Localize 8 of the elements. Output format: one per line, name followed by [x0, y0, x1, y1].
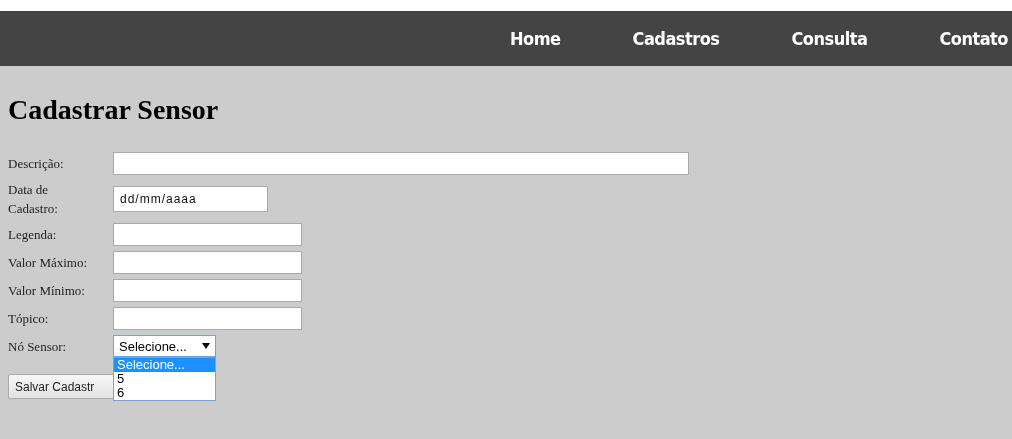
field-label: Descrição: [8, 155, 65, 173]
field-label: Valor Máximo: [8, 254, 89, 272]
field-label: Tópico: [8, 310, 50, 328]
field-label: Data de Cadastro: [8, 181, 59, 218]
field-label: Legenda: [8, 226, 58, 244]
page-title: Cadastrar Sensor [8, 94, 220, 126]
field-label: Valor Mínimo: [8, 282, 86, 300]
field-label: Nó Sensor: [8, 337, 68, 356]
